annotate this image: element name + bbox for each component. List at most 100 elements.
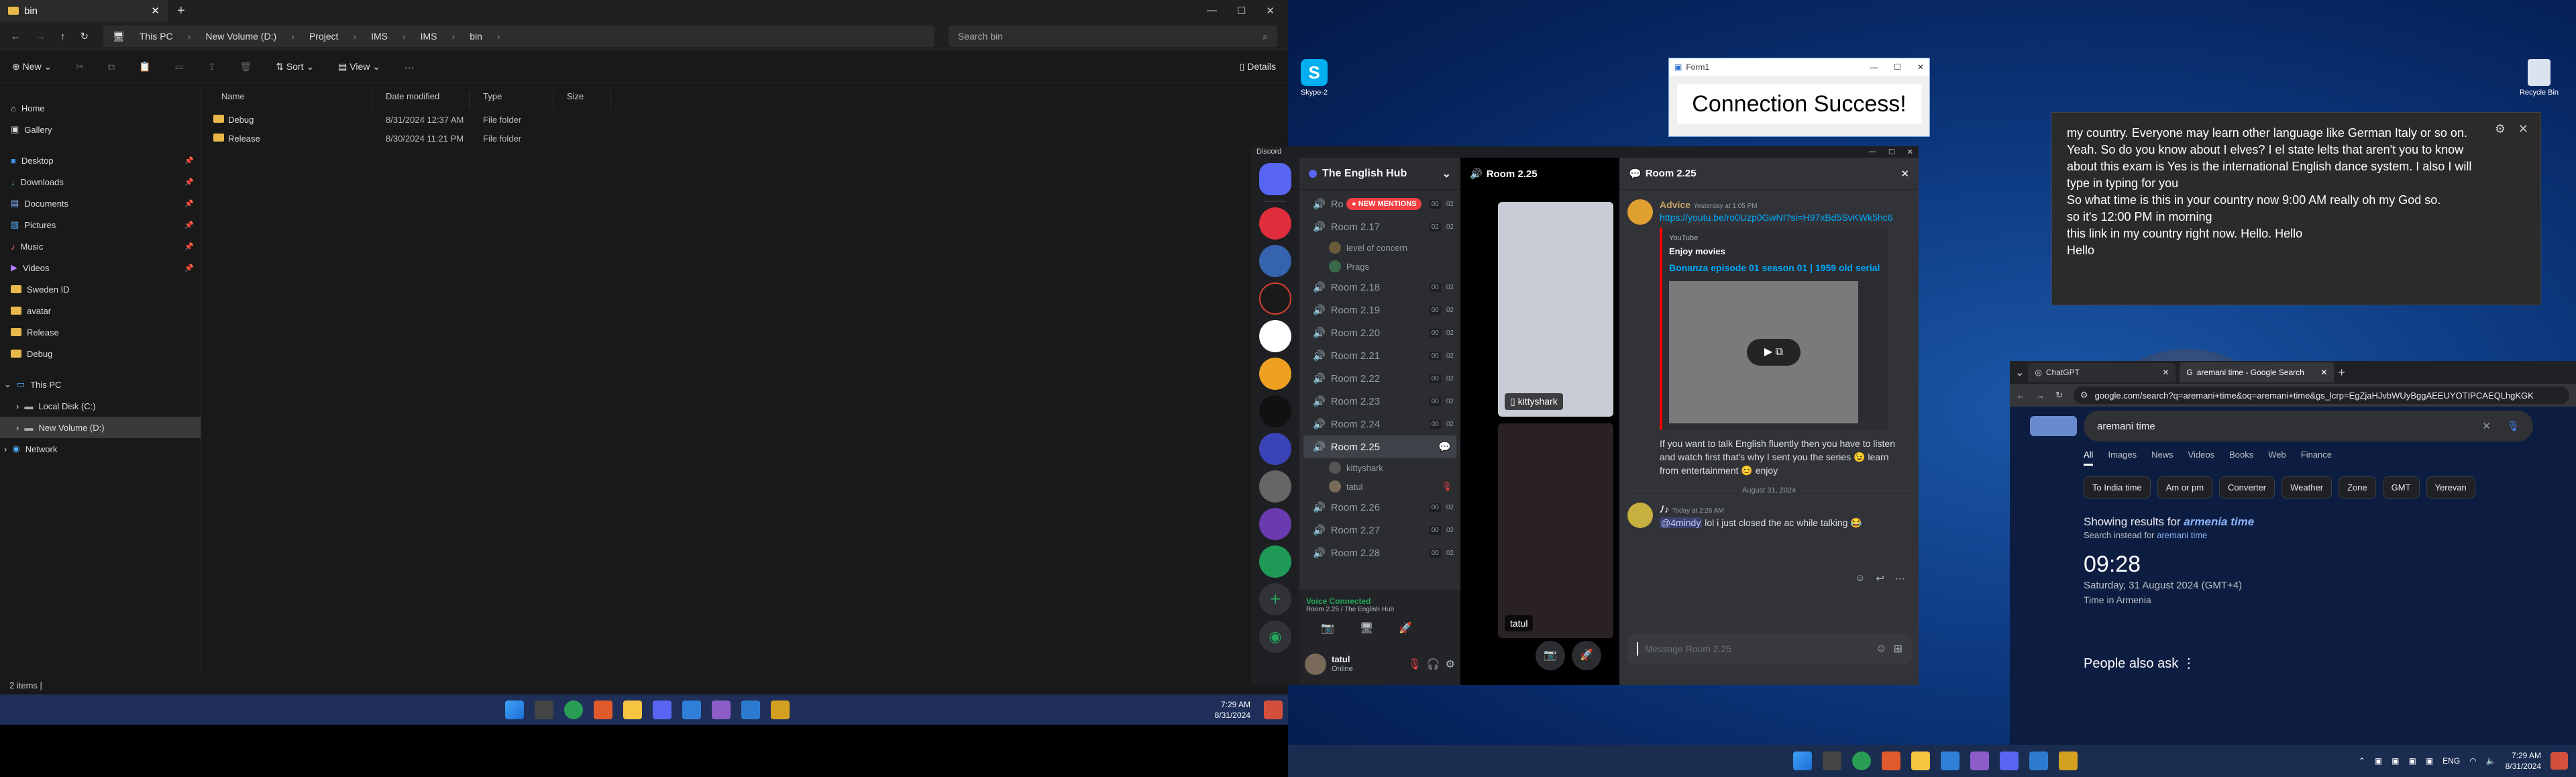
- file-explorer-icon[interactable]: [1911, 752, 1930, 770]
- expand-chevron-icon[interactable]: ›: [16, 401, 19, 411]
- visual-studio-icon[interactable]: [712, 700, 731, 719]
- nav-documents[interactable]: ▤ Documents 📌: [11, 193, 201, 214]
- chip[interactable]: Converter: [2219, 476, 2275, 499]
- server-icon[interactable]: [1259, 546, 1291, 578]
- outlook-icon[interactable]: [1941, 752, 1960, 770]
- chip[interactable]: Weather: [2282, 476, 2332, 499]
- user-mention[interactable]: @4mindy: [1660, 517, 1703, 528]
- nav-network[interactable]: › ◉ Network: [4, 438, 201, 460]
- notification-icon[interactable]: [2551, 752, 2568, 770]
- chip[interactable]: Zone: [2339, 476, 2376, 499]
- chrome-icon[interactable]: [1852, 752, 1871, 770]
- share-icon[interactable]: ⇪: [208, 61, 216, 72]
- breadcrumb-project[interactable]: Project: [309, 31, 339, 42]
- camera-icon[interactable]: 📷: [1321, 621, 1334, 635]
- app-icon[interactable]: [2059, 752, 2078, 770]
- server-icon[interactable]: [1259, 508, 1291, 540]
- maximize-icon[interactable]: ☐: [1888, 148, 1895, 156]
- explore-icon[interactable]: ◉: [1259, 621, 1291, 653]
- app-icon[interactable]: [1882, 752, 1900, 770]
- tray-app-icon[interactable]: ▣: [2375, 756, 2382, 766]
- desktop-icon-recycle-bin[interactable]: Recycle Bin: [2519, 59, 2559, 97]
- forward-icon[interactable]: →: [36, 31, 46, 42]
- server-icon[interactable]: [1259, 207, 1291, 240]
- breadcrumb-volume[interactable]: New Volume (D:): [205, 31, 276, 42]
- server-icon[interactable]: [1259, 245, 1291, 277]
- desktop-icon-skype[interactable]: S Skype-2: [1298, 59, 1330, 97]
- voice-user[interactable]: kittyshark: [1299, 458, 1460, 477]
- breadcrumb-ims-2[interactable]: IMS: [421, 31, 437, 42]
- chip[interactable]: Yerevan: [2426, 476, 2475, 499]
- nav-pictures[interactable]: ▨ Pictures 📌: [11, 214, 201, 236]
- voice-channel[interactable]: 🔊 Room 2.27 00 02: [1299, 519, 1460, 541]
- avatar[interactable]: [1627, 503, 1653, 528]
- visual-studio-icon[interactable]: [1970, 752, 1989, 770]
- play-icon[interactable]: ▶ ⧉: [1747, 339, 1801, 366]
- wifi-icon[interactable]: ◠: [2469, 756, 2476, 766]
- server-icon[interactable]: [1259, 358, 1291, 390]
- tray-app-icon[interactable]: ▣: [2408, 756, 2416, 766]
- nav-debug[interactable]: Debug: [11, 343, 201, 364]
- close-icon[interactable]: ✕: [1907, 148, 1913, 156]
- tab-google-search[interactable]: Garemani time - Google Search ✕: [2180, 362, 2334, 382]
- copy-icon[interactable]: ⧉: [108, 61, 115, 72]
- rename-icon[interactable]: ▭: [174, 61, 183, 72]
- mute-icon[interactable]: 🎙: [1407, 658, 1421, 671]
- voice-channel[interactable]: 🔊 Room 2.22 00 02: [1299, 367, 1460, 390]
- discord-icon[interactable]: [2000, 752, 2019, 770]
- voice-user[interactable]: level of concern: [1299, 238, 1460, 257]
- new-tab-icon[interactable]: +: [2338, 366, 2345, 380]
- minimize-icon[interactable]: —: [1207, 5, 1217, 17]
- app-icon[interactable]: [741, 700, 760, 719]
- voice-channel[interactable]: 🔊 Room 2.26 00 02: [1299, 496, 1460, 519]
- tray-app-icon[interactable]: ▣: [2392, 756, 2399, 766]
- voice-channel[interactable]: 🔊 Ro 00 02: [1299, 193, 1460, 215]
- url-bar[interactable]: ⚙ google.com/search?q=aremani+time&oq=ar…: [2073, 386, 2569, 404]
- maximize-icon[interactable]: ☐: [1237, 5, 1246, 17]
- close-tab-icon[interactable]: ✕: [2320, 368, 2327, 377]
- nav-home[interactable]: ⌂ Home: [11, 97, 201, 119]
- screen-share-icon[interactable]: 🖥: [1360, 621, 1373, 635]
- video-tile[interactable]: tatul: [1498, 423, 1613, 638]
- new-button[interactable]: ⊕ New ⌄: [12, 61, 52, 72]
- search-input[interactable]: Search bin ⌕: [949, 25, 1277, 47]
- search-input[interactable]: aremani time ✕ 🎙: [2084, 411, 2533, 442]
- voice-channel[interactable]: 🔊 Room 2.20 00 02: [1299, 321, 1460, 344]
- mic-icon[interactable]: 🎙: [2507, 420, 2520, 432]
- headphones-icon[interactable]: 🎧: [1427, 658, 1440, 671]
- app-icon[interactable]: [771, 700, 790, 719]
- server-icon[interactable]: [1259, 433, 1291, 465]
- breadcrumb-bin[interactable]: bin: [470, 31, 482, 42]
- nav-avatar[interactable]: avatar: [11, 300, 201, 321]
- add-server-icon[interactable]: +: [1259, 583, 1291, 615]
- close-icon[interactable]: ✕: [1900, 168, 1909, 180]
- nav-local-disk-c[interactable]: › ▬ Local Disk (C:): [16, 395, 201, 417]
- explorer-tab[interactable]: bin ✕: [0, 0, 168, 21]
- activity-icon[interactable]: 🚀: [1399, 621, 1412, 635]
- video-tile[interactable]: ▯ kittyshark: [1498, 202, 1613, 417]
- tray-app-icon[interactable]: ▣: [2426, 756, 2433, 766]
- chevron-up-icon[interactable]: ⌃: [2359, 756, 2365, 766]
- voice-user[interactable]: Prags: [1299, 257, 1460, 276]
- start-icon[interactable]: [505, 700, 524, 719]
- file-row[interactable]: Debug 8/31/2024 12:37 AM File folder: [208, 110, 610, 129]
- expand-chevron-icon[interactable]: ›: [16, 423, 19, 433]
- column-date-modified[interactable]: Date modified: [372, 91, 470, 109]
- nav-downloads[interactable]: ↓ Downloads 📌: [11, 171, 201, 193]
- chat-icon[interactable]: 💬: [1438, 441, 1456, 453]
- site-info-icon[interactable]: ⚙: [2080, 390, 2088, 401]
- cut-icon[interactable]: ✂: [76, 61, 84, 72]
- lang-indicator[interactable]: ENG: [2443, 756, 2460, 766]
- camera-off-icon[interactable]: 📷: [1536, 641, 1565, 670]
- back-icon[interactable]: ←: [2017, 391, 2025, 401]
- close-icon[interactable]: ✕: [2518, 121, 2528, 138]
- voice-channel-active[interactable]: 🔊 Room 2.25 💬: [1303, 435, 1456, 458]
- more-icon[interactable]: ⋯: [1895, 572, 1905, 584]
- discord-home-icon[interactable]: [1259, 163, 1291, 195]
- chip[interactable]: To India time: [2084, 476, 2151, 499]
- search-tab-videos[interactable]: Videos: [2188, 450, 2215, 466]
- video-thumbnail[interactable]: ▶ ⧉: [1669, 281, 1858, 423]
- voice-channel[interactable]: 🔊 Room 2.17 02 02: [1299, 215, 1460, 238]
- search-tab-news[interactable]: News: [2151, 450, 2174, 466]
- search-tab-images[interactable]: Images: [2108, 450, 2137, 466]
